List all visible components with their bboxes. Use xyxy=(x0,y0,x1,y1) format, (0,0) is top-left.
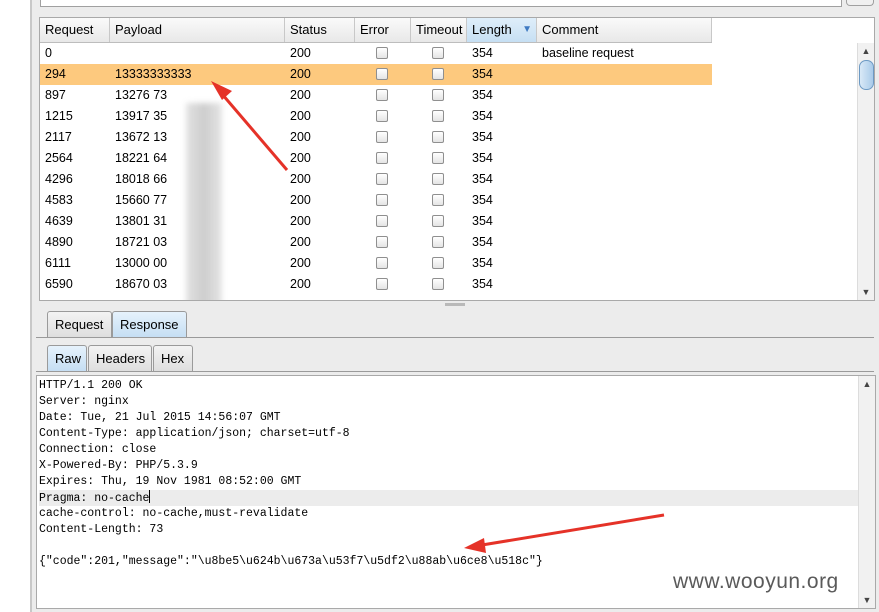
arrow-to-selected-row xyxy=(220,93,289,171)
arrow-to-response-body xyxy=(481,513,665,547)
annotation-arrows xyxy=(211,81,665,553)
arrow-head-icon xyxy=(464,538,486,553)
arrow-head-icon xyxy=(211,81,232,100)
